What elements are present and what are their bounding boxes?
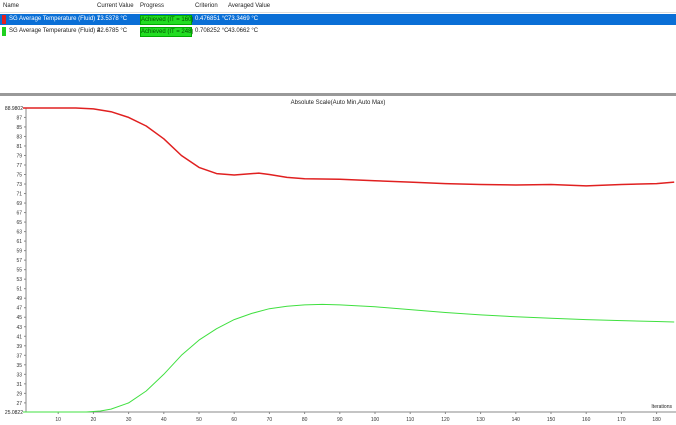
x-tick-label: 30 <box>126 417 132 423</box>
y-tick-label: 61 <box>16 239 22 245</box>
y-tick-label: 57 <box>16 258 22 264</box>
x-tick-label: 40 <box>161 417 167 423</box>
chart-title: Absolute Scale(Auto Min,Auto Max) <box>291 100 386 106</box>
table-row[interactable]: SG Average Temperature (Fluid) 1 73.5378… <box>0 14 676 25</box>
y-tick-label: 35 <box>16 363 22 369</box>
y-tick-label: 47 <box>16 306 22 312</box>
y-tick-label: 69 <box>16 201 22 207</box>
table-header: Name Current Value Progress Criterion Av… <box>0 0 676 13</box>
y-tick-label: 41 <box>16 334 22 340</box>
y-tick-label: 37 <box>16 353 22 359</box>
col-progress[interactable]: Progress <box>140 0 164 12</box>
y-min-label: 25.0822 <box>5 410 23 416</box>
x-tick-label: 70 <box>267 417 273 423</box>
row-averaged: 73.3469 °C <box>228 16 259 22</box>
y-tick-label: 29 <box>16 391 22 397</box>
progress-badge: Achieved (IT = 160) <box>140 15 194 25</box>
x-tick-label: 50 <box>196 417 202 423</box>
y-tick-label: 71 <box>16 192 22 198</box>
x-tick-label: 160 <box>582 417 591 423</box>
x-tick-label: 120 <box>441 417 450 423</box>
col-current[interactable]: Current Value <box>97 0 134 12</box>
col-criterion[interactable]: Criterion <box>195 0 218 12</box>
y-tick-label: 79 <box>16 153 22 159</box>
table-row[interactable]: SG Average Temperature (Fluid) 2 42.6785… <box>0 26 676 37</box>
y-tick-label: 53 <box>16 277 22 283</box>
y-tick-label: 81 <box>16 144 22 150</box>
y-tick-label: 63 <box>16 230 22 236</box>
x-tick-label: 110 <box>406 417 414 423</box>
y-tick-label: 39 <box>16 344 22 350</box>
x-tick-label: 100 <box>371 417 380 423</box>
row-averaged: 43.0662 °C <box>228 28 259 34</box>
row-current: 73.5378 °C <box>97 16 128 22</box>
row-name: SG Average Temperature (Fluid) 2 <box>9 28 101 34</box>
x-tick-label: 80 <box>302 417 308 423</box>
row-current: 42.6785 °C <box>97 28 128 34</box>
x-tick-label: 140 <box>512 417 521 423</box>
x-tick-label: 130 <box>476 417 485 423</box>
y-max-label: 88.9802 <box>5 106 23 112</box>
progress-badge: Achieved (IT = 248) <box>140 27 194 37</box>
y-tick-label: 77 <box>16 163 22 169</box>
series-line-2 <box>23 303 675 413</box>
x-tick-label: 20 <box>91 417 97 423</box>
y-tick-label: 65 <box>16 220 22 226</box>
convergence-chart: Absolute Scale(Auto Min,Auto Max) Iterati… <box>5 100 676 423</box>
y-tick-label: 67 <box>16 211 22 217</box>
x-tick-label: 170 <box>617 417 626 423</box>
y-tick-label: 51 <box>16 287 22 293</box>
y-tick-label: 49 <box>16 296 22 302</box>
y-tick-label: 27 <box>16 401 22 407</box>
row-criterion: 0.476851 °C <box>195 16 229 22</box>
y-tick-label: 85 <box>16 125 22 131</box>
row-name: SG Average Temperature (Fluid) 1 <box>9 16 101 22</box>
x-tick-label: 150 <box>547 417 556 423</box>
y-tick-label: 87 <box>16 115 22 121</box>
x-tick-label: 10 <box>55 417 61 423</box>
x-tick-label: 90 <box>337 417 343 423</box>
color-swatch <box>2 15 6 24</box>
monitor-table: Name Current Value Progress Criterion Av… <box>0 0 676 93</box>
row-criterion: 0.708252 °C <box>195 28 229 34</box>
y-tick-label: 31 <box>16 382 22 388</box>
x-tick-label: 180 <box>652 417 661 423</box>
x-axis-label: Iterations <box>651 404 672 410</box>
y-tick-label: 55 <box>16 268 22 274</box>
col-averaged[interactable]: Averaged Value <box>228 0 270 12</box>
y-tick-label: 33 <box>16 372 22 378</box>
y-tick-label: 59 <box>16 249 22 255</box>
y-tick-label: 75 <box>16 173 22 179</box>
y-tick-label: 73 <box>16 182 22 188</box>
col-name[interactable]: Name <box>3 0 19 12</box>
x-tick-label: 60 <box>231 417 237 423</box>
y-tick-label: 45 <box>16 315 22 321</box>
series-line-1 <box>23 107 675 187</box>
y-tick-label: 43 <box>16 325 22 331</box>
color-swatch <box>2 27 6 36</box>
y-tick-label: 83 <box>16 134 22 140</box>
